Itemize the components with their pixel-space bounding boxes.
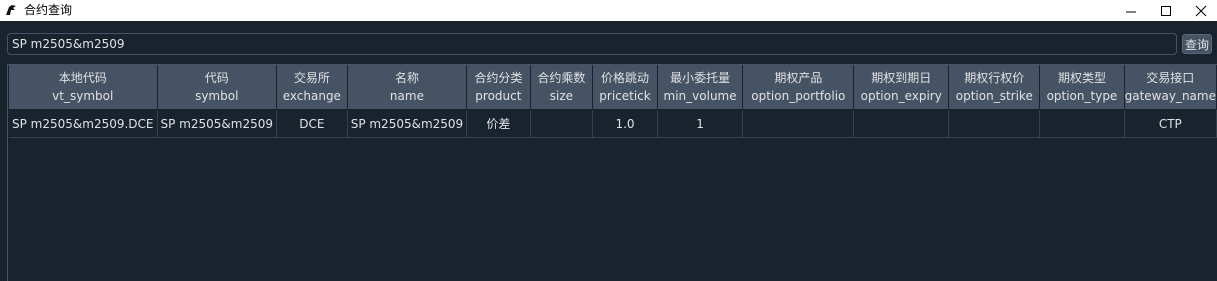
header-pricetick[interactable]: 价格跳动 pricetick — [592, 65, 658, 110]
header-option-portfolio[interactable]: 期权产品 option_portfolio — [742, 65, 855, 110]
cell-option-type[interactable] — [1039, 109, 1125, 138]
cell-name[interactable]: SP m2505&m2509 — [347, 109, 468, 138]
title-bar: 合约查询 — [0, 0, 1217, 21]
close-icon — [1195, 5, 1207, 16]
cell-option-expiry[interactable] — [853, 109, 950, 138]
minimize-icon — [1126, 11, 1136, 12]
cell-min-volume[interactable]: 1 — [657, 109, 744, 138]
contract-table: 本地代码 vt_symbol 代码 symbol 交易所 exchange 名称 nam… — [7, 64, 1217, 281]
cell-exchange[interactable]: DCE — [276, 109, 348, 138]
header-name[interactable]: 名称 name — [347, 65, 468, 110]
minimize-button[interactable] — [1113, 0, 1149, 21]
query-button[interactable]: 查询 — [1182, 34, 1212, 54]
header-option-type[interactable]: 期权类型 option_type — [1039, 65, 1125, 110]
cell-gateway-name[interactable]: CTP — [1124, 109, 1217, 138]
contract-table-grid: 本地代码 vt_symbol 代码 symbol 交易所 exchange 名称 nam… — [9, 65, 1217, 138]
symbol-search-input[interactable] — [7, 33, 1177, 55]
header-product[interactable]: 合约分类 product — [466, 65, 531, 110]
header-symbol[interactable]: 代码 symbol — [157, 65, 277, 110]
header-vt-symbol[interactable]: 本地代码 vt_symbol — [9, 65, 158, 110]
header-gateway-name[interactable]: 交易接口 gateway_name — [1124, 65, 1217, 110]
cell-pricetick[interactable]: 1.0 — [592, 109, 658, 138]
header-exchange[interactable]: 交易所 exchange — [276, 65, 348, 110]
close-button[interactable] — [1183, 0, 1217, 21]
app-logo-icon — [6, 5, 16, 15]
cell-product[interactable]: 价差 — [466, 109, 531, 138]
header-size[interactable]: 合约乘数 size — [530, 65, 594, 110]
header-option-strike[interactable]: 期权行权价 option_strike — [948, 65, 1041, 110]
cell-size[interactable] — [530, 109, 594, 138]
header-option-expiry[interactable]: 期权到期日 option_expiry — [853, 65, 950, 110]
maximize-icon — [1161, 5, 1171, 16]
search-bar: 查询 — [0, 31, 1217, 57]
window-title: 合约查询 — [24, 3, 73, 17]
cell-option-strike[interactable] — [948, 109, 1041, 138]
cell-option-portfolio[interactable] — [742, 109, 855, 138]
maximize-button[interactable] — [1148, 0, 1184, 21]
cell-vt-symbol[interactable]: SP m2505&m2509.DCE — [9, 109, 158, 138]
header-min-volume[interactable]: 最小委托量 min_volume — [657, 65, 744, 110]
cell-symbol[interactable]: SP m2505&m2509 — [157, 109, 277, 138]
table-header-row: 本地代码 vt_symbol 代码 symbol 交易所 exchange 名称 nam… — [9, 65, 1217, 110]
table-row[interactable]: SP m2505&m2509.DCE SP m2505&m2509 DCE SP… — [9, 109, 1217, 138]
